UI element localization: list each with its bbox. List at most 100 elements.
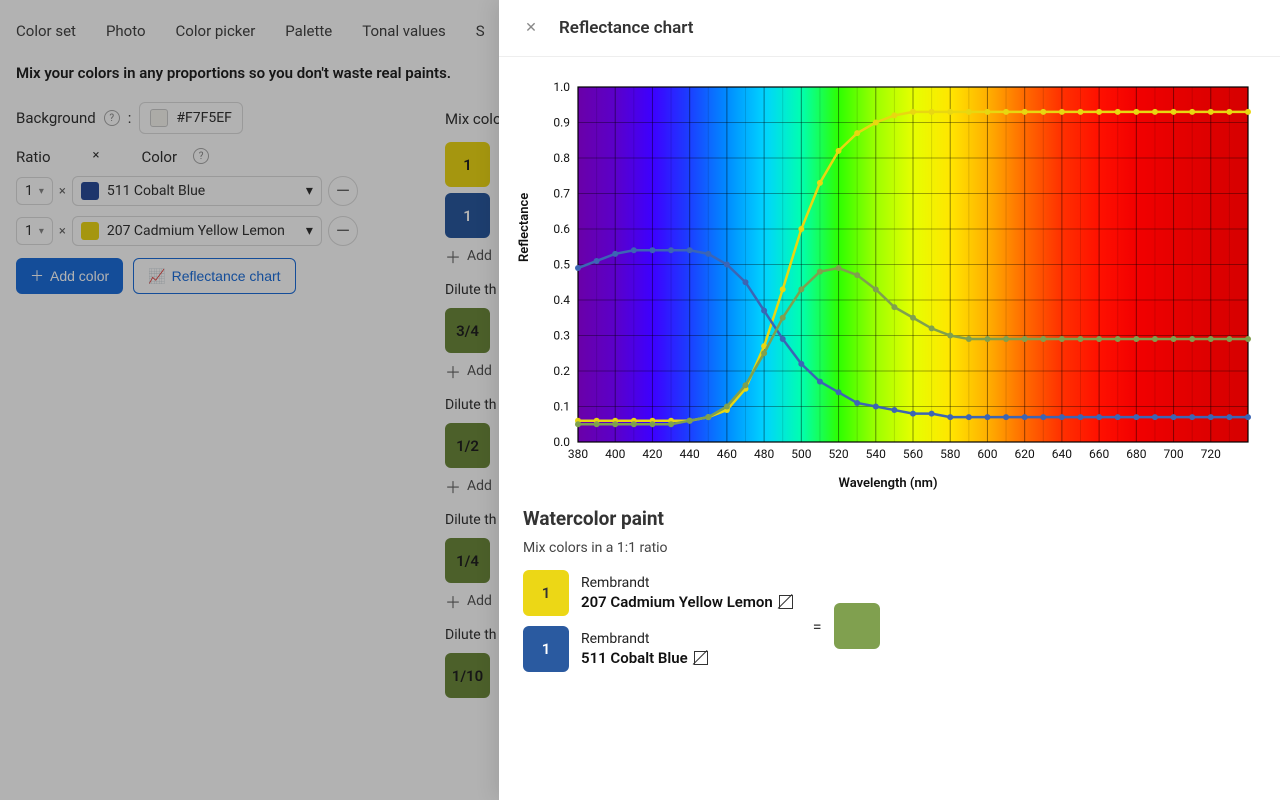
ratio-label: Ratio bbox=[16, 148, 51, 166]
equals-sign: = bbox=[813, 617, 822, 636]
paint-brand-2: Rembrandt bbox=[581, 631, 708, 647]
ratio-select-2[interactable]: 1▾ bbox=[16, 217, 53, 245]
chevron-down-icon: ▾ bbox=[306, 183, 313, 199]
chevron-down-icon: ▾ bbox=[39, 226, 44, 237]
svg-text:540: 540 bbox=[866, 447, 886, 461]
svg-text:660: 660 bbox=[1089, 447, 1109, 461]
paint-line-2: 1 Rembrandt 511 Cobalt Blue bbox=[523, 626, 793, 672]
plus-icon: ＋ bbox=[445, 359, 461, 383]
reflectance-drawer: ✕ Reflectance chart 380 400 420 440 460 480 50… bbox=[499, 0, 1280, 800]
svg-text:480: 480 bbox=[754, 447, 774, 461]
colon: : bbox=[128, 109, 132, 127]
y-axis-label: Reflectance bbox=[517, 193, 532, 262]
chart-icon: 📈 bbox=[148, 268, 165, 285]
color-select-1[interactable]: 511 Cobalt Blue▾ bbox=[72, 176, 322, 206]
svg-text:560: 560 bbox=[903, 447, 923, 461]
color-swatch-blue bbox=[81, 182, 99, 200]
chevron-down-icon: ▾ bbox=[306, 223, 313, 239]
close-icon[interactable]: ✕ bbox=[519, 16, 543, 40]
svg-text:720: 720 bbox=[1201, 447, 1221, 461]
plus-icon: ＋ bbox=[445, 474, 461, 498]
paint-swatch-yellow: 1 bbox=[523, 570, 569, 616]
background-value: #F7F5EF bbox=[176, 110, 232, 126]
svg-text:700: 700 bbox=[1163, 447, 1183, 461]
background-input[interactable]: #F7F5EF bbox=[139, 102, 243, 134]
svg-text:400: 400 bbox=[605, 447, 625, 461]
background-swatch bbox=[150, 109, 168, 127]
swatch-1-4[interactable]: 1/4 bbox=[445, 538, 490, 583]
chevron-down-icon: ▾ bbox=[39, 186, 44, 197]
x-label: × bbox=[93, 148, 100, 166]
times-icon: × bbox=[59, 184, 66, 199]
tab-palette[interactable]: Palette bbox=[285, 22, 332, 40]
svg-text:680: 680 bbox=[1126, 447, 1146, 461]
svg-text:440: 440 bbox=[680, 447, 700, 461]
external-icon[interactable] bbox=[694, 651, 708, 665]
drawer-header: ✕ Reflectance chart bbox=[499, 0, 1280, 57]
paint-mix-row: 1 Rembrandt 207 Cadmium Yellow Lemon 1 R… bbox=[523, 570, 1256, 682]
paint-brand-1: Rembrandt bbox=[581, 575, 793, 591]
svg-text:0.0: 0.0 bbox=[553, 435, 570, 449]
times-icon: × bbox=[59, 224, 66, 239]
paint-info-2: Rembrandt 511 Cobalt Blue bbox=[581, 631, 708, 667]
tab-color-picker[interactable]: Color picker bbox=[176, 22, 256, 40]
svg-text:640: 640 bbox=[1052, 447, 1072, 461]
plus-icon: ＋ bbox=[445, 589, 461, 613]
swatch-1-2[interactable]: 1/2 bbox=[445, 423, 490, 468]
swatch-3-4[interactable]: 3/4 bbox=[445, 308, 490, 353]
svg-text:420: 420 bbox=[642, 447, 662, 461]
drawer-body: 380 400 420 440 460 480 500 520 540 560 580 600 620 6… bbox=[499, 57, 1280, 702]
color-label: Color bbox=[141, 148, 177, 166]
svg-text:0.9: 0.9 bbox=[553, 116, 570, 130]
paint-line-1: 1 Rembrandt 207 Cadmium Yellow Lemon bbox=[523, 570, 793, 616]
svg-text:0.6: 0.6 bbox=[553, 222, 570, 236]
x-axis-label: Wavelength (nm) bbox=[838, 476, 937, 491]
svg-text:1.0: 1.0 bbox=[553, 80, 570, 94]
svg-text:0.8: 0.8 bbox=[553, 151, 570, 165]
tab-color-set[interactable]: Color set bbox=[16, 22, 76, 40]
reflectance-chart: 380 400 420 440 460 480 500 520 540 560 580 600 620 6… bbox=[523, 77, 1253, 487]
background-label: Background bbox=[16, 109, 96, 127]
equals-column: = bbox=[813, 603, 880, 649]
paint-name-1: 207 Cadmium Yellow Lemon bbox=[581, 593, 793, 611]
svg-text:0.5: 0.5 bbox=[553, 258, 570, 272]
add-color-button[interactable]: ＋Add color bbox=[16, 258, 123, 294]
tab-more[interactable]: S bbox=[476, 22, 485, 40]
help-icon[interactable]: ? bbox=[104, 110, 120, 126]
svg-text:380: 380 bbox=[568, 447, 588, 461]
paint-subtitle: Mix colors in a 1:1 ratio bbox=[523, 540, 1256, 556]
svg-text:500: 500 bbox=[791, 447, 811, 461]
external-icon[interactable] bbox=[779, 595, 793, 609]
plus-icon: ＋ bbox=[30, 266, 44, 286]
chart-svg: 380 400 420 440 460 480 500 520 540 560 580 600 620 6… bbox=[523, 77, 1253, 487]
svg-text:520: 520 bbox=[828, 447, 848, 461]
paint-swatch-blue: 1 bbox=[523, 626, 569, 672]
paint-info-1: Rembrandt 207 Cadmium Yellow Lemon bbox=[581, 575, 793, 611]
swatch-1-10[interactable]: 1/10 bbox=[445, 653, 490, 698]
paint-name-2: 511 Cobalt Blue bbox=[581, 649, 708, 667]
svg-text:620: 620 bbox=[1015, 447, 1035, 461]
svg-text:600: 600 bbox=[977, 447, 997, 461]
paint-inputs: 1 Rembrandt 207 Cadmium Yellow Lemon 1 R… bbox=[523, 570, 793, 682]
help-icon[interactable]: ? bbox=[193, 148, 209, 164]
color-select-2[interactable]: 207 Cadmium Yellow Lemon▾ bbox=[72, 216, 322, 246]
svg-text:0.2: 0.2 bbox=[553, 364, 570, 378]
paint-section-title: Watercolor paint bbox=[523, 507, 1256, 530]
ratio-select-1[interactable]: 1▾ bbox=[16, 177, 53, 205]
svg-text:460: 460 bbox=[717, 447, 737, 461]
swatch-blue[interactable]: 1 bbox=[445, 193, 490, 238]
swatch-yellow[interactable]: 1 bbox=[445, 142, 490, 187]
drawer-title: Reflectance chart bbox=[559, 18, 694, 38]
svg-text:0.3: 0.3 bbox=[553, 329, 570, 343]
svg-text:580: 580 bbox=[940, 447, 960, 461]
remove-button-2[interactable]: — bbox=[328, 216, 358, 246]
svg-text:0.7: 0.7 bbox=[553, 187, 570, 201]
plus-icon: ＋ bbox=[445, 244, 461, 268]
remove-button-1[interactable]: — bbox=[328, 176, 358, 206]
color-swatch-yellow bbox=[81, 222, 99, 240]
tab-tonal-values[interactable]: Tonal values bbox=[362, 22, 446, 40]
tab-photo[interactable]: Photo bbox=[106, 22, 146, 40]
result-swatch bbox=[834, 603, 880, 649]
svg-text:0.1: 0.1 bbox=[553, 400, 570, 414]
reflectance-chart-button[interactable]: 📈Reflectance chart bbox=[133, 258, 295, 294]
